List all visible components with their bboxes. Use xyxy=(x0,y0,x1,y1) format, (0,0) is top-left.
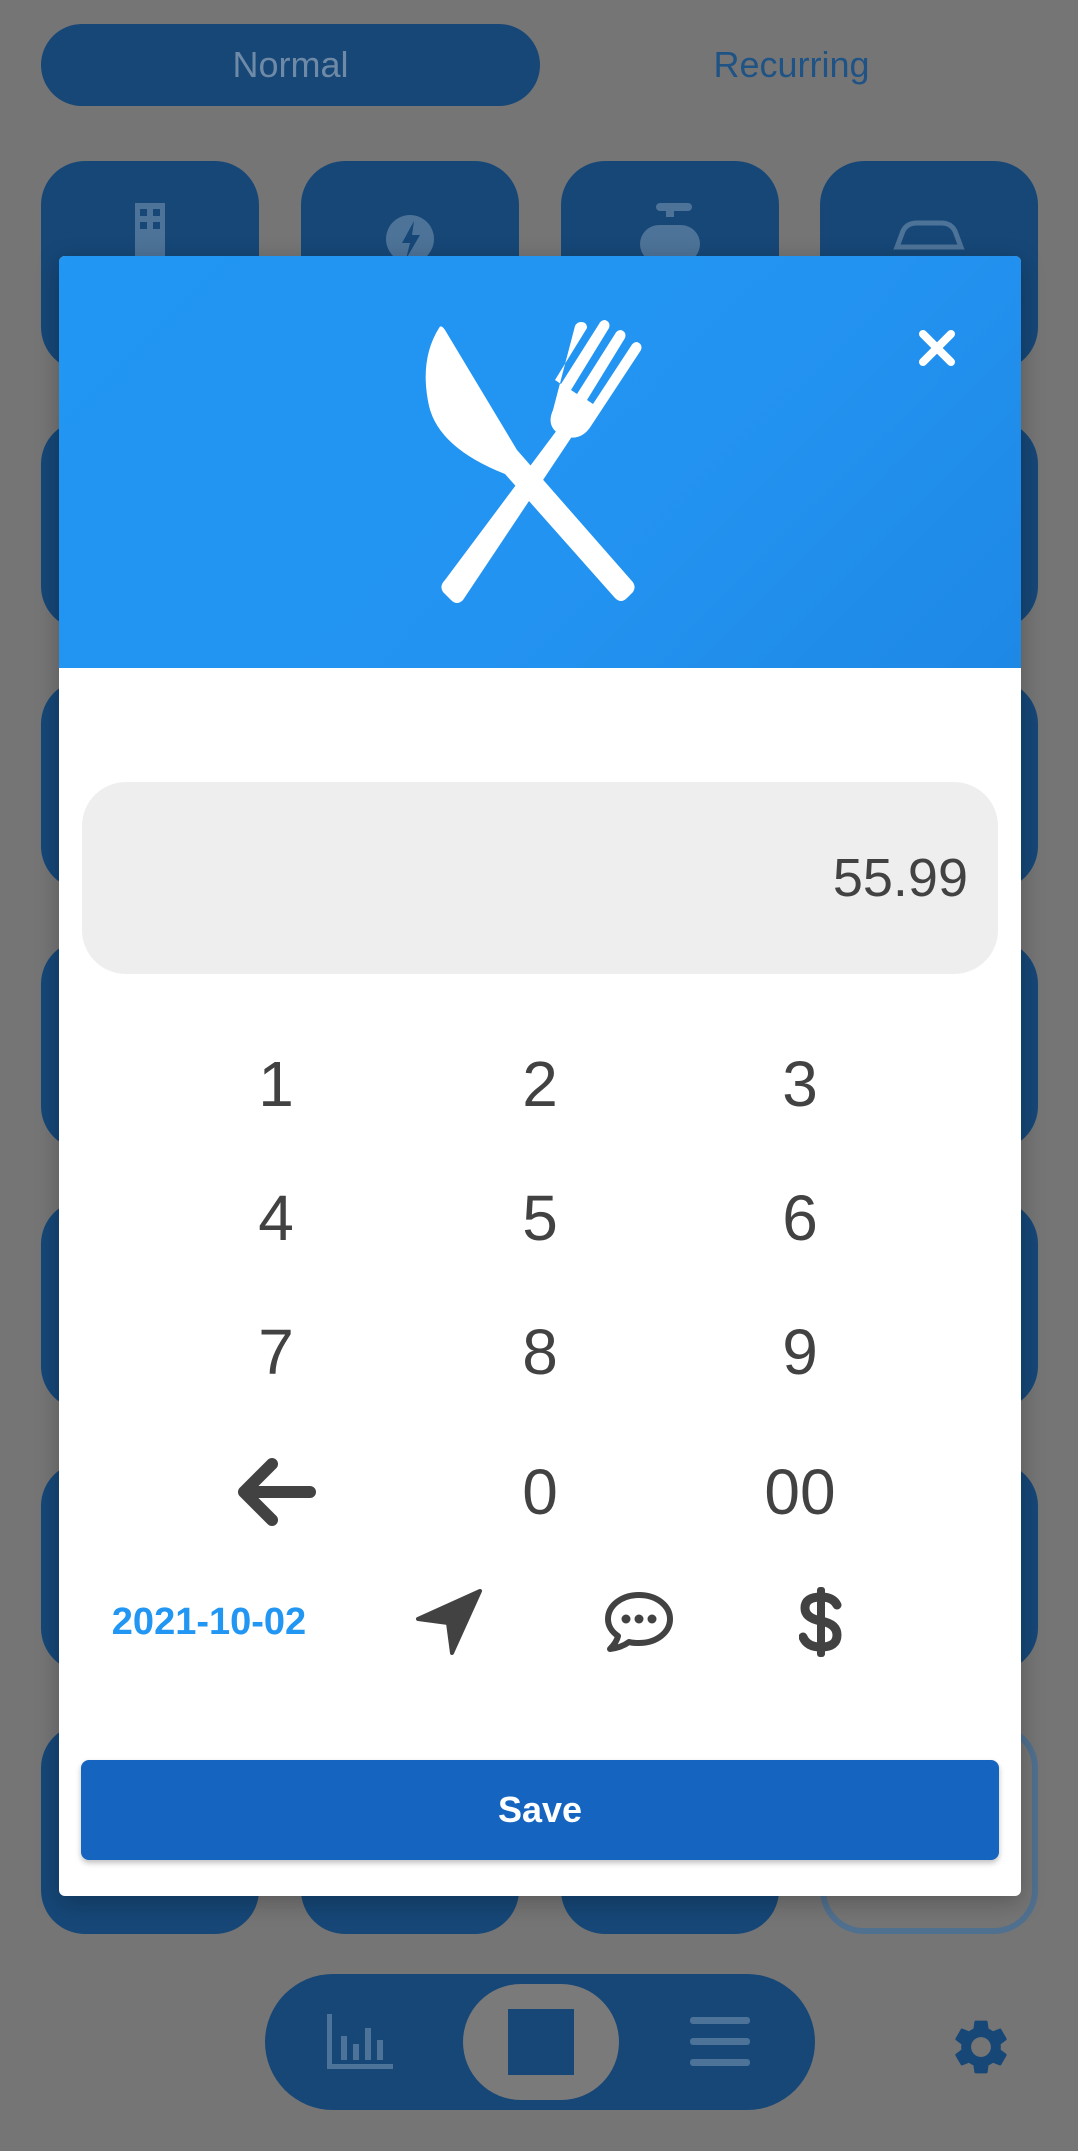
comment-icon xyxy=(605,1592,673,1652)
nav-stats-button[interactable] xyxy=(295,1974,425,2110)
currency-button[interactable] xyxy=(771,1562,871,1682)
save-button[interactable]: Save xyxy=(81,1760,999,1860)
location-arrow-icon xyxy=(416,1589,482,1655)
add-expense-dialog: 55.99 1 2 3 4 5 6 7 8 9 0 00 2021-10-02 xyxy=(59,256,1021,1896)
car-icon xyxy=(893,220,965,250)
bottom-nav xyxy=(265,1974,815,2110)
nav-menu-button[interactable] xyxy=(655,1974,785,2110)
tab-normal[interactable]: Normal xyxy=(41,24,540,106)
amount-display: 55.99 xyxy=(82,782,998,974)
key-9[interactable]: 9 xyxy=(640,1292,960,1412)
nav-home-button[interactable] xyxy=(463,1984,619,2100)
fork-knife-icon xyxy=(425,320,642,603)
key-6[interactable]: 6 xyxy=(640,1158,960,1278)
date-picker-link[interactable]: 2021-10-02 xyxy=(99,1562,319,1682)
dialog-header xyxy=(59,256,1021,668)
arrow-left-icon xyxy=(238,1458,316,1526)
lightning-icon xyxy=(386,215,434,263)
expense-options-row: 2021-10-02 xyxy=(59,1562,1021,1682)
menu-icon xyxy=(690,2017,750,2066)
tab-recurring[interactable]: Recurring xyxy=(542,24,1041,106)
location-button[interactable] xyxy=(399,1562,499,1682)
dollar-icon xyxy=(799,1587,842,1657)
close-icon xyxy=(919,330,955,366)
settings-button[interactable] xyxy=(948,2014,1024,2090)
watering-can-icon xyxy=(640,203,700,263)
building-icon xyxy=(135,203,165,263)
mode-segmented-control: Normal Recurring xyxy=(41,24,1041,106)
close-button[interactable] xyxy=(899,310,975,386)
comment-button[interactable] xyxy=(584,1562,694,1682)
amount-value: 55.99 xyxy=(832,848,968,908)
gear-icon xyxy=(955,2020,1007,2074)
square-icon xyxy=(508,2009,574,2075)
key-00[interactable]: 00 xyxy=(640,1432,960,1552)
key-3[interactable]: 3 xyxy=(640,1024,960,1144)
bar-chart-icon xyxy=(327,2014,393,2069)
